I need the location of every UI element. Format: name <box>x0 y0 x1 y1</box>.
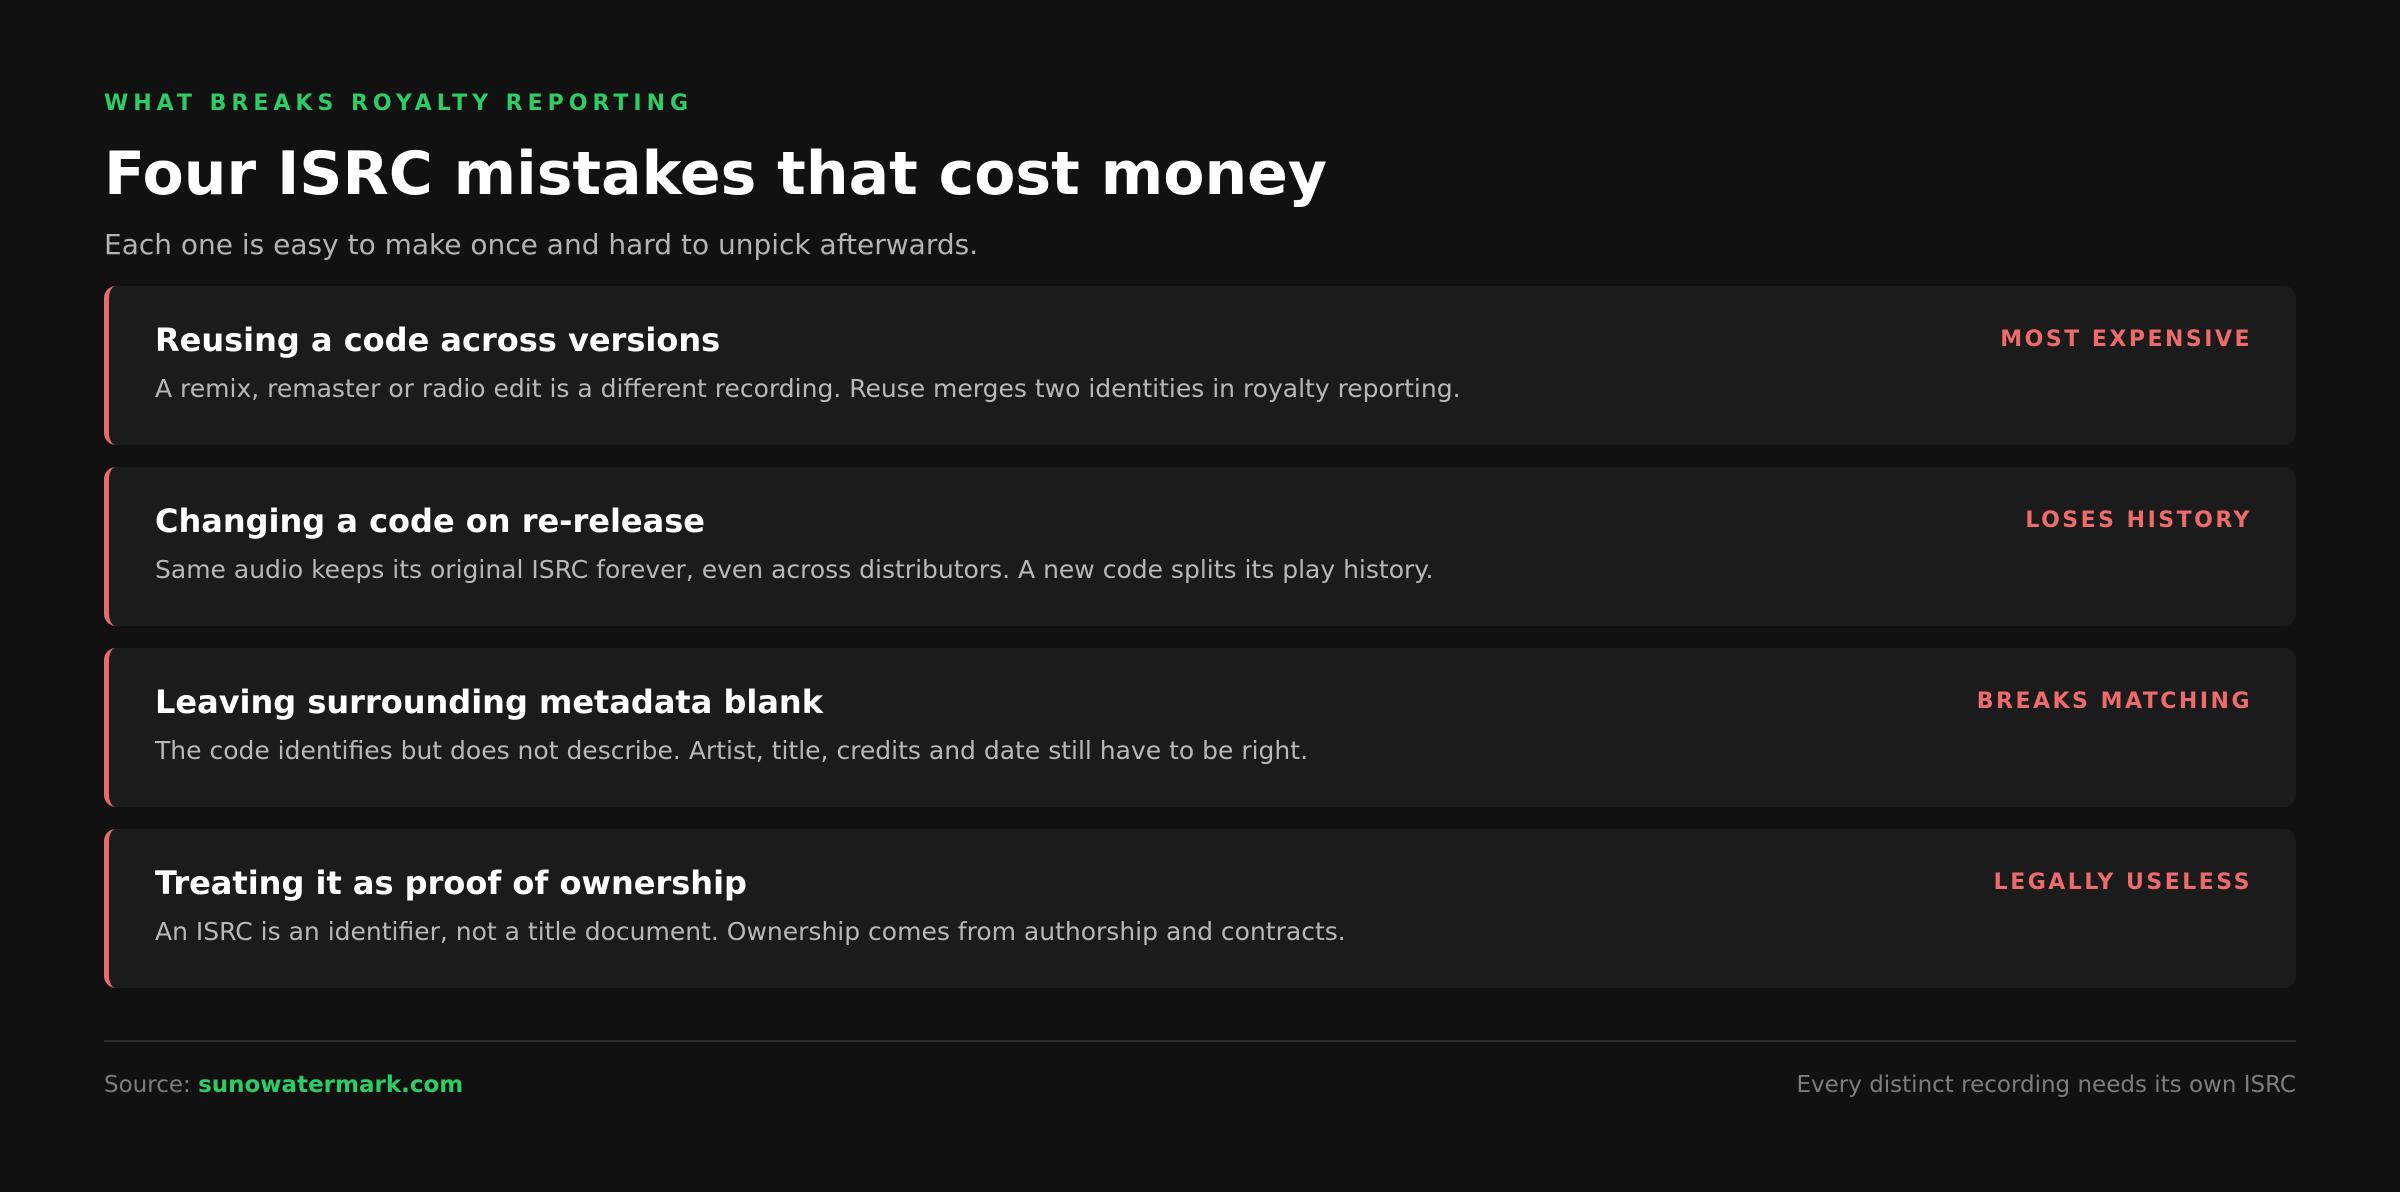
mistake-description: A remix, remaster or radio edit is a dif… <box>155 374 1461 403</box>
mistake-tag: LOSES HISTORY <box>2025 508 2252 533</box>
mistake-tag: MOST EXPENSIVE <box>2000 327 2252 352</box>
eyebrow-label: WHAT BREAKS ROYALTY REPORTING <box>104 91 694 116</box>
source-link[interactable]: sunowatermark.com <box>198 1072 463 1098</box>
page-title: Four ISRC mistakes that cost money <box>104 139 1327 209</box>
page: WHAT BREAKS ROYALTY REPORTING Four ISRC … <box>0 0 2400 1192</box>
footer-note: Every distinct recording needs its own I… <box>1796 1072 2296 1098</box>
mistake-card-proof-of-ownership: Treating it as proof of ownership An ISR… <box>104 829 2296 988</box>
mistake-description: The code identifies but does not describ… <box>155 736 1309 765</box>
mistake-list: Reusing a code across versions A remix, … <box>104 286 2296 1010</box>
mistake-tag: BREAKS MATCHING <box>1976 689 2252 714</box>
footer-divider <box>104 1040 2296 1042</box>
mistake-card-blank-metadata: Leaving surrounding metadata blank The c… <box>104 648 2296 807</box>
mistake-description: Same audio keeps its original ISRC forev… <box>155 555 1434 584</box>
mistake-title: Treating it as proof of ownership <box>155 864 747 902</box>
mistake-description: An ISRC is an identifier, not a title do… <box>155 917 1346 946</box>
mistake-title: Leaving surrounding metadata blank <box>155 683 823 721</box>
source-label: Source: <box>104 1072 191 1098</box>
page-subtitle: Each one is easy to make once and hard t… <box>104 228 979 261</box>
mistake-card-reusing-code: Reusing a code across versions A remix, … <box>104 286 2296 445</box>
mistake-tag: LEGALLY USELESS <box>1993 870 2252 895</box>
mistake-title: Reusing a code across versions <box>155 321 721 359</box>
mistake-title: Changing a code on re-release <box>155 502 705 540</box>
mistake-card-changing-code: Changing a code on re-release Same audio… <box>104 467 2296 626</box>
footer-source: Source: sunowatermark.com <box>104 1070 463 1100</box>
